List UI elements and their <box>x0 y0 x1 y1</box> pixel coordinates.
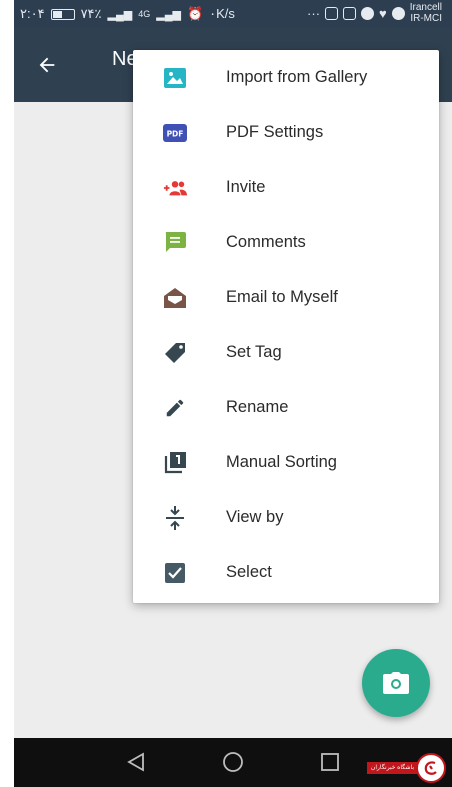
app-notification-icon <box>361 6 375 20</box>
menu-label: Rename <box>226 398 289 416</box>
status-right: ··· ♥ Irancell IR-MCI <box>307 2 442 24</box>
nav-home-button[interactable] <box>221 750 245 774</box>
arrow-left-icon <box>39 57 55 73</box>
pdf-icon: PDF <box>163 121 187 145</box>
signal-icon: ▂▄▆ <box>107 8 133 21</box>
menu-label: Select <box>226 563 272 581</box>
menu-label: Invite <box>226 178 266 196</box>
carrier-sub: IR-MCI <box>410 13 442 24</box>
menu-item-comments[interactable]: Comments <box>133 215 439 270</box>
battery-icon <box>50 8 75 20</box>
menu-label: Manual Sorting <box>226 453 337 471</box>
pencil-icon <box>163 396 187 420</box>
watermark-logo-icon <box>416 753 446 783</box>
network-type: 4G <box>138 9 151 19</box>
status-left: ۲:۰۴ ۷۴٪ ▂▄▆ 4G ▂▄▆ ⏰ ۰K/s <box>20 6 235 22</box>
overflow-menu: Import from Gallery PDF PDF Settings Inv… <box>133 50 439 603</box>
menu-item-rename[interactable]: Rename <box>133 380 439 435</box>
envelope-open-icon <box>163 286 187 310</box>
messenger-icon <box>391 6 405 20</box>
camera-fab-button[interactable] <box>362 649 430 717</box>
menu-item-view-by[interactable]: View by <box>133 490 439 545</box>
numbered-stack-icon <box>163 451 187 475</box>
instagram-icon <box>325 6 339 20</box>
menu-label: Email to Myself <box>226 288 338 306</box>
menu-label: View by <box>226 508 284 526</box>
camera-icon <box>383 672 409 694</box>
menu-item-email-to-myself[interactable]: Email to Myself <box>133 270 439 325</box>
watermark-text: باشگاه خبرنگاران <box>366 762 418 774</box>
checkbox-icon <box>163 561 187 585</box>
heart-icon: ♥ <box>379 5 387 21</box>
circle-home-icon <box>223 752 243 772</box>
nav-back-button[interactable] <box>124 750 148 774</box>
signal-icon-2: ▂▄▆ <box>156 8 181 21</box>
triangle-back-icon <box>127 752 144 772</box>
square-recents-icon <box>321 753 339 771</box>
screen: ۲:۰۴ ۷۴٪ ▂▄▆ 4G ▂▄▆ ⏰ ۰K/s ··· ♥ Irancel… <box>0 0 452 787</box>
watermark: باشگاه خبرنگاران <box>366 753 446 783</box>
menu-label: Set Tag <box>226 343 282 361</box>
svg-text:PDF: PDF <box>167 129 184 138</box>
more-notifications-icon: ··· <box>307 5 321 21</box>
status-bar: ۲:۰۴ ۷۴٪ ▂▄▆ 4G ▂▄▆ ⏰ ۰K/s ··· ♥ Irancel… <box>14 0 452 28</box>
menu-label: PDF Settings <box>226 123 324 141</box>
calendar-icon <box>343 6 357 20</box>
battery-percent: ۷۴٪ <box>80 6 102 21</box>
compress-vertical-icon <box>163 505 187 530</box>
tag-icon <box>163 341 187 365</box>
menu-item-select[interactable]: Select <box>133 545 439 600</box>
menu-item-manual-sorting[interactable]: Manual Sorting <box>133 435 439 490</box>
nav-recents-button[interactable] <box>318 750 342 774</box>
carrier-name: Irancell <box>409 2 442 13</box>
network-speed: ۰K/s <box>209 6 235 21</box>
menu-item-pdf-settings[interactable]: PDF PDF Settings <box>133 105 439 160</box>
status-time: ۲:۰۴ <box>20 6 45 21</box>
navigation-bar: باشگاه خبرنگاران <box>14 738 452 787</box>
menu-item-import-from-gallery[interactable]: Import from Gallery <box>133 50 439 105</box>
add-group-icon <box>163 176 187 200</box>
menu-label: Import from Gallery <box>226 68 368 86</box>
menu-item-set-tag[interactable]: Set Tag <box>133 325 439 380</box>
carrier: Irancell IR-MCI <box>410 2 442 24</box>
alarm-icon: ⏰ <box>186 6 204 21</box>
comment-icon <box>163 231 187 255</box>
menu-item-invite[interactable]: Invite <box>133 160 439 215</box>
back-button[interactable] <box>32 50 62 80</box>
menu-label: Comments <box>226 233 306 251</box>
image-icon <box>163 66 187 90</box>
